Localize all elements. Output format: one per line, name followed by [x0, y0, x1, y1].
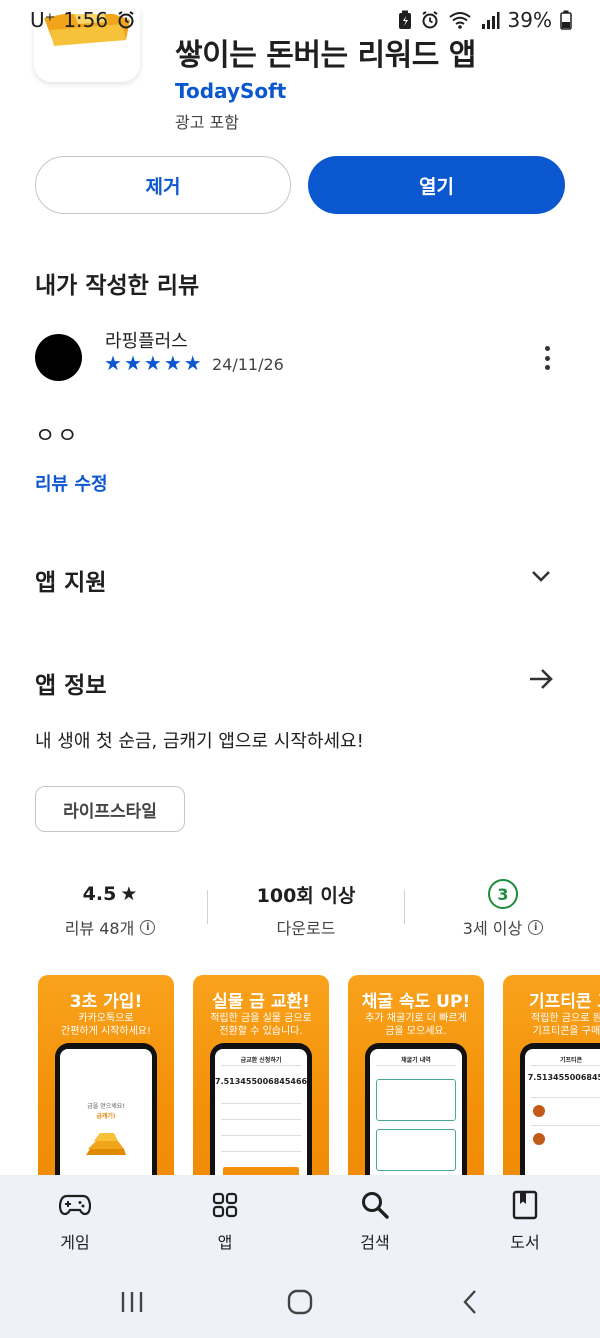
status-right: 39%	[398, 8, 572, 32]
signal-icon	[480, 10, 500, 30]
home-icon[interactable]	[280, 1287, 320, 1317]
battery-percent: 39%	[507, 8, 552, 32]
reviewer-name: 라핑플러스	[105, 331, 188, 352]
star-icon: ★	[120, 883, 138, 905]
app-support-title[interactable]: 앱 지원	[35, 563, 107, 597]
screen-text: 금을 얻으세요!	[87, 1103, 125, 1110]
divider	[207, 890, 208, 924]
nav-label: 앱	[217, 1233, 233, 1252]
app-description: 내 생애 첫 순금, 금캐기 앱으로 시작하세요!	[35, 731, 364, 752]
status-time: 1:56	[63, 8, 109, 32]
nav-label: 게임	[60, 1233, 90, 1252]
screenshot-title: 채굴 속도 UP!	[361, 992, 471, 1012]
alarm-icon	[420, 10, 440, 30]
nav-label: 도서	[510, 1233, 540, 1252]
phone-mockup: 채굴기 내역	[365, 1043, 467, 1180]
my-review-title: 내가 작성한 리뷰	[35, 273, 200, 299]
info-icon: i	[140, 919, 156, 935]
downloads-value: 100회 이상	[256, 884, 356, 907]
gamepad-icon	[59, 1189, 91, 1221]
ads-label: 광고 포함	[175, 113, 239, 132]
star-icon: ★	[183, 351, 202, 375]
uninstall-button[interactable]: 제거	[35, 156, 291, 214]
nav-item-apps[interactable]: 앱	[150, 1175, 300, 1265]
rating-stars: ★ ★ ★ ★ ★	[104, 352, 202, 374]
screenshot-subtitle: 적립한 금으로 원하 기프티콘을 구매하	[531, 1013, 600, 1037]
bottom-navigation: 게임 앱 검색 도서	[0, 1175, 600, 1265]
info-icon: i	[528, 919, 544, 935]
screen-header: 기프티콘	[559, 1057, 583, 1064]
phone-mockup: 금교환 신청하기 7.5134550068454669	[210, 1043, 312, 1180]
screenshot-subtitle: 카카오톡으로 간편하게 시작하세요!	[61, 1013, 151, 1037]
nav-item-games[interactable]: 게임	[0, 1175, 150, 1265]
age-label: 3세 이상	[462, 919, 523, 938]
screenshot-title: 기프티콘 교	[528, 992, 600, 1012]
screen-highlight: 금캐기!	[96, 1113, 116, 1120]
screen-header: 금교환 신청하기	[240, 1057, 282, 1064]
book-icon	[509, 1189, 541, 1221]
nav-item-books[interactable]: 도서	[450, 1175, 600, 1265]
screen-value: 7.51345500684546	[527, 1073, 600, 1082]
apps-grid-icon	[209, 1189, 241, 1221]
screenshot-subtitle: 적립한 금을 실물 금으로 전환할 수 있습니다.	[210, 1013, 312, 1037]
screenshot-card[interactable]: 실물 금 교환! 적립한 금을 실물 금으로 전환할 수 있습니다. 금교환 신…	[193, 975, 329, 1180]
back-icon[interactable]	[450, 1287, 490, 1317]
developer-link[interactable]: TodaySoft	[175, 79, 286, 103]
avatar	[35, 334, 82, 381]
age-rating-badge: 3	[488, 879, 518, 909]
downloads-label: 다운로드	[276, 919, 336, 938]
system-navigation-bar	[0, 1265, 600, 1338]
wifi-icon	[448, 10, 472, 30]
screenshot-card[interactable]: 3초 가입! 카카오톡으로 간편하게 시작하세요! 금을 얻으세요! 금캐기!	[38, 975, 174, 1180]
recent-apps-icon[interactable]	[112, 1287, 152, 1317]
star-icon: ★	[123, 351, 142, 375]
battery-icon	[560, 10, 572, 30]
age-stat[interactable]: 3 3세 이상 i	[413, 879, 593, 939]
category-chip[interactable]: 라이프스타일	[35, 786, 185, 832]
screenshot-subtitle: 추가 채굴기로 더 빠르게 금을 모으세요.	[365, 1013, 467, 1037]
search-icon	[359, 1189, 391, 1221]
phone-mockup: 금을 얻으세요! 금캐기!	[55, 1043, 157, 1180]
arrow-right-icon[interactable]	[527, 665, 555, 697]
chevron-down-icon[interactable]	[528, 563, 554, 593]
review-date: 24/11/26	[212, 355, 284, 374]
status-bar: U⁺ 1:56 39%	[0, 0, 600, 40]
reviews-count: 리뷰 48개	[64, 919, 135, 938]
screenshot-card[interactable]: 채굴 속도 UP! 추가 채굴기로 더 빠르게 금을 모으세요. 채굴기 내역	[348, 975, 484, 1180]
status-left: U⁺ 1:56	[30, 8, 136, 32]
app-info-title[interactable]: 앱 정보	[35, 666, 107, 700]
downloads-stat: 100회 이상 다운로드	[216, 880, 396, 939]
screen-header: 채굴기 내역	[401, 1057, 431, 1064]
divider	[404, 890, 405, 924]
star-icon: ★	[104, 351, 122, 375]
battery-saver-icon	[398, 10, 412, 30]
nav-label: 검색	[360, 1233, 390, 1252]
carrier-label: U⁺	[30, 8, 56, 32]
star-icon: ★	[163, 351, 182, 375]
screen-value: 7.5134550068454669	[215, 1077, 307, 1086]
rating-stat[interactable]: 4.5 ★ 리뷰 48개 i	[20, 880, 200, 939]
phone-mockup: 기프티콘 7.51345500684546	[520, 1043, 600, 1180]
screenshot-title: 실물 금 교환!	[212, 992, 310, 1012]
screenshot-title: 3초 가입!	[69, 992, 143, 1012]
rating-value: 4.5	[82, 883, 117, 905]
alarm-icon	[116, 10, 136, 30]
gold-bars-icon	[86, 1133, 126, 1155]
screenshot-card[interactable]: 기프티콘 교 적립한 금으로 원하 기프티콘을 구매하 기프티콘 7.51345…	[503, 975, 600, 1180]
open-button[interactable]: 열기	[308, 156, 565, 214]
more-options-icon[interactable]	[535, 340, 559, 376]
review-text: ㅇㅇ	[35, 424, 80, 449]
star-icon: ★	[143, 351, 162, 375]
nav-item-search[interactable]: 검색	[300, 1175, 450, 1265]
edit-review-link[interactable]: 리뷰 수정	[35, 470, 108, 496]
screenshot-carousel[interactable]: 3초 가입! 카카오톡으로 간편하게 시작하세요! 금을 얻으세요! 금캐기! …	[38, 975, 600, 1180]
